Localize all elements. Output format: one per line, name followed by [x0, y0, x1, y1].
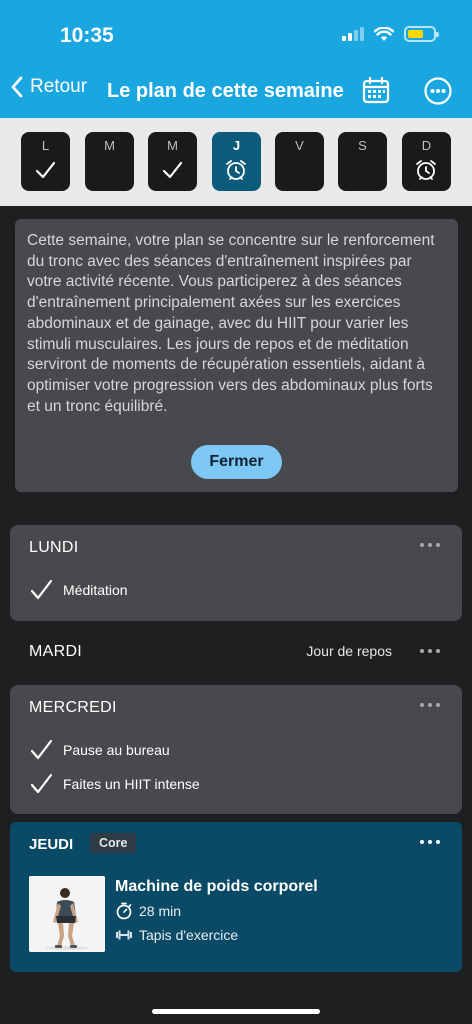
nav-bar: Retour Le plan de cette semaine — [0, 72, 472, 110]
check-icon — [30, 773, 53, 794]
activity-label: Pause au bureau — [63, 742, 170, 758]
day-card-lundi[interactable]: LUNDI Méditation — [10, 525, 462, 621]
workout-title[interactable]: Machine de poids corporel — [115, 878, 318, 896]
day-monday[interactable]: L — [21, 132, 70, 191]
alarm-clock-icon — [416, 160, 436, 180]
check-icon — [30, 739, 53, 760]
day-letter: J — [232, 138, 241, 153]
check-icon — [162, 161, 183, 179]
category-badge: Core — [90, 833, 137, 853]
check-icon — [35, 161, 56, 179]
wifi-icon — [374, 26, 394, 41]
more-options-button[interactable] — [423, 76, 453, 106]
more-dots-icon[interactable] — [420, 834, 444, 850]
person-exercising-icon — [29, 876, 105, 952]
day-row-mardi[interactable]: MARDI Jour de repos — [10, 632, 462, 670]
alarm-clock-icon — [226, 160, 246, 180]
more-dots-icon[interactable] — [420, 643, 444, 659]
day-wednesday[interactable]: M — [148, 132, 197, 191]
close-button[interactable]: Fermer — [191, 445, 282, 479]
duration-text: 28 min — [139, 903, 182, 919]
activity-label: Faites un HIIT intense — [63, 776, 200, 792]
plan-summary-text: Cette semaine, votre plan se concentre s… — [27, 232, 435, 415]
dumbbell-icon — [116, 930, 132, 940]
cellular-signal-icon — [342, 27, 364, 41]
status-time: 10:35 — [60, 24, 114, 47]
calendar-button[interactable] — [361, 76, 391, 106]
workout-equipment: Tapis d'exercice — [115, 927, 238, 943]
calendar-icon — [362, 76, 390, 104]
day-letter: M — [167, 138, 178, 153]
activity-label: Méditation — [63, 582, 128, 598]
day-letter: M — [104, 138, 115, 153]
activity-item[interactable]: Pause au bureau — [29, 738, 170, 762]
day-saturday[interactable]: S — [338, 132, 387, 191]
day-card-mercredi[interactable]: MERCREDI Pause au bureau Faites un HIIT … — [10, 685, 462, 814]
day-letter: D — [421, 138, 432, 153]
plan-summary-card: Cette semaine, votre plan se concentre s… — [15, 219, 458, 492]
activity-item[interactable]: Méditation — [29, 578, 128, 602]
check-icon — [30, 579, 53, 600]
day-card-jeudi[interactable]: JEUDI Core Machine de poids corporel 28 … — [10, 822, 462, 972]
day-letter: V — [295, 138, 304, 153]
more-dots-icon[interactable] — [420, 697, 444, 713]
week-day-selector: L M M J V S D — [0, 118, 472, 206]
more-dots-icon[interactable] — [420, 537, 444, 553]
day-friday[interactable]: V — [275, 132, 324, 191]
stopwatch-icon — [116, 902, 132, 920]
back-label: Retour — [30, 76, 88, 97]
rest-day-label: Jour de repos — [306, 643, 392, 659]
day-letter: L — [41, 138, 50, 153]
workout-duration: 28 min — [115, 902, 181, 920]
day-letter: S — [358, 138, 367, 153]
battery-icon — [404, 26, 439, 42]
day-card-title: MARDI — [29, 643, 83, 660]
day-card-title: LUNDI — [29, 539, 79, 556]
battery-level — [408, 30, 423, 38]
day-sunday[interactable]: D — [402, 132, 451, 191]
day-card-title: JEUDI — [29, 836, 74, 853]
chevron-left-icon — [11, 76, 23, 98]
app-header: 10:35 Retour Le plan de cette semaine — [0, 0, 472, 118]
more-icon — [424, 77, 452, 105]
page-title: Le plan de cette semaine — [107, 80, 344, 102]
back-button[interactable]: Retour — [10, 76, 87, 98]
day-card-title: MERCREDI — [29, 699, 117, 716]
status-icons — [342, 26, 439, 42]
equipment-text: Tapis d'exercice — [139, 927, 239, 943]
workout-thumbnail[interactable] — [29, 876, 105, 952]
day-thursday[interactable]: J — [212, 132, 261, 191]
day-tuesday[interactable]: M — [85, 132, 134, 191]
activity-item[interactable]: Faites un HIIT intense — [29, 772, 200, 796]
home-indicator[interactable] — [152, 1009, 320, 1014]
